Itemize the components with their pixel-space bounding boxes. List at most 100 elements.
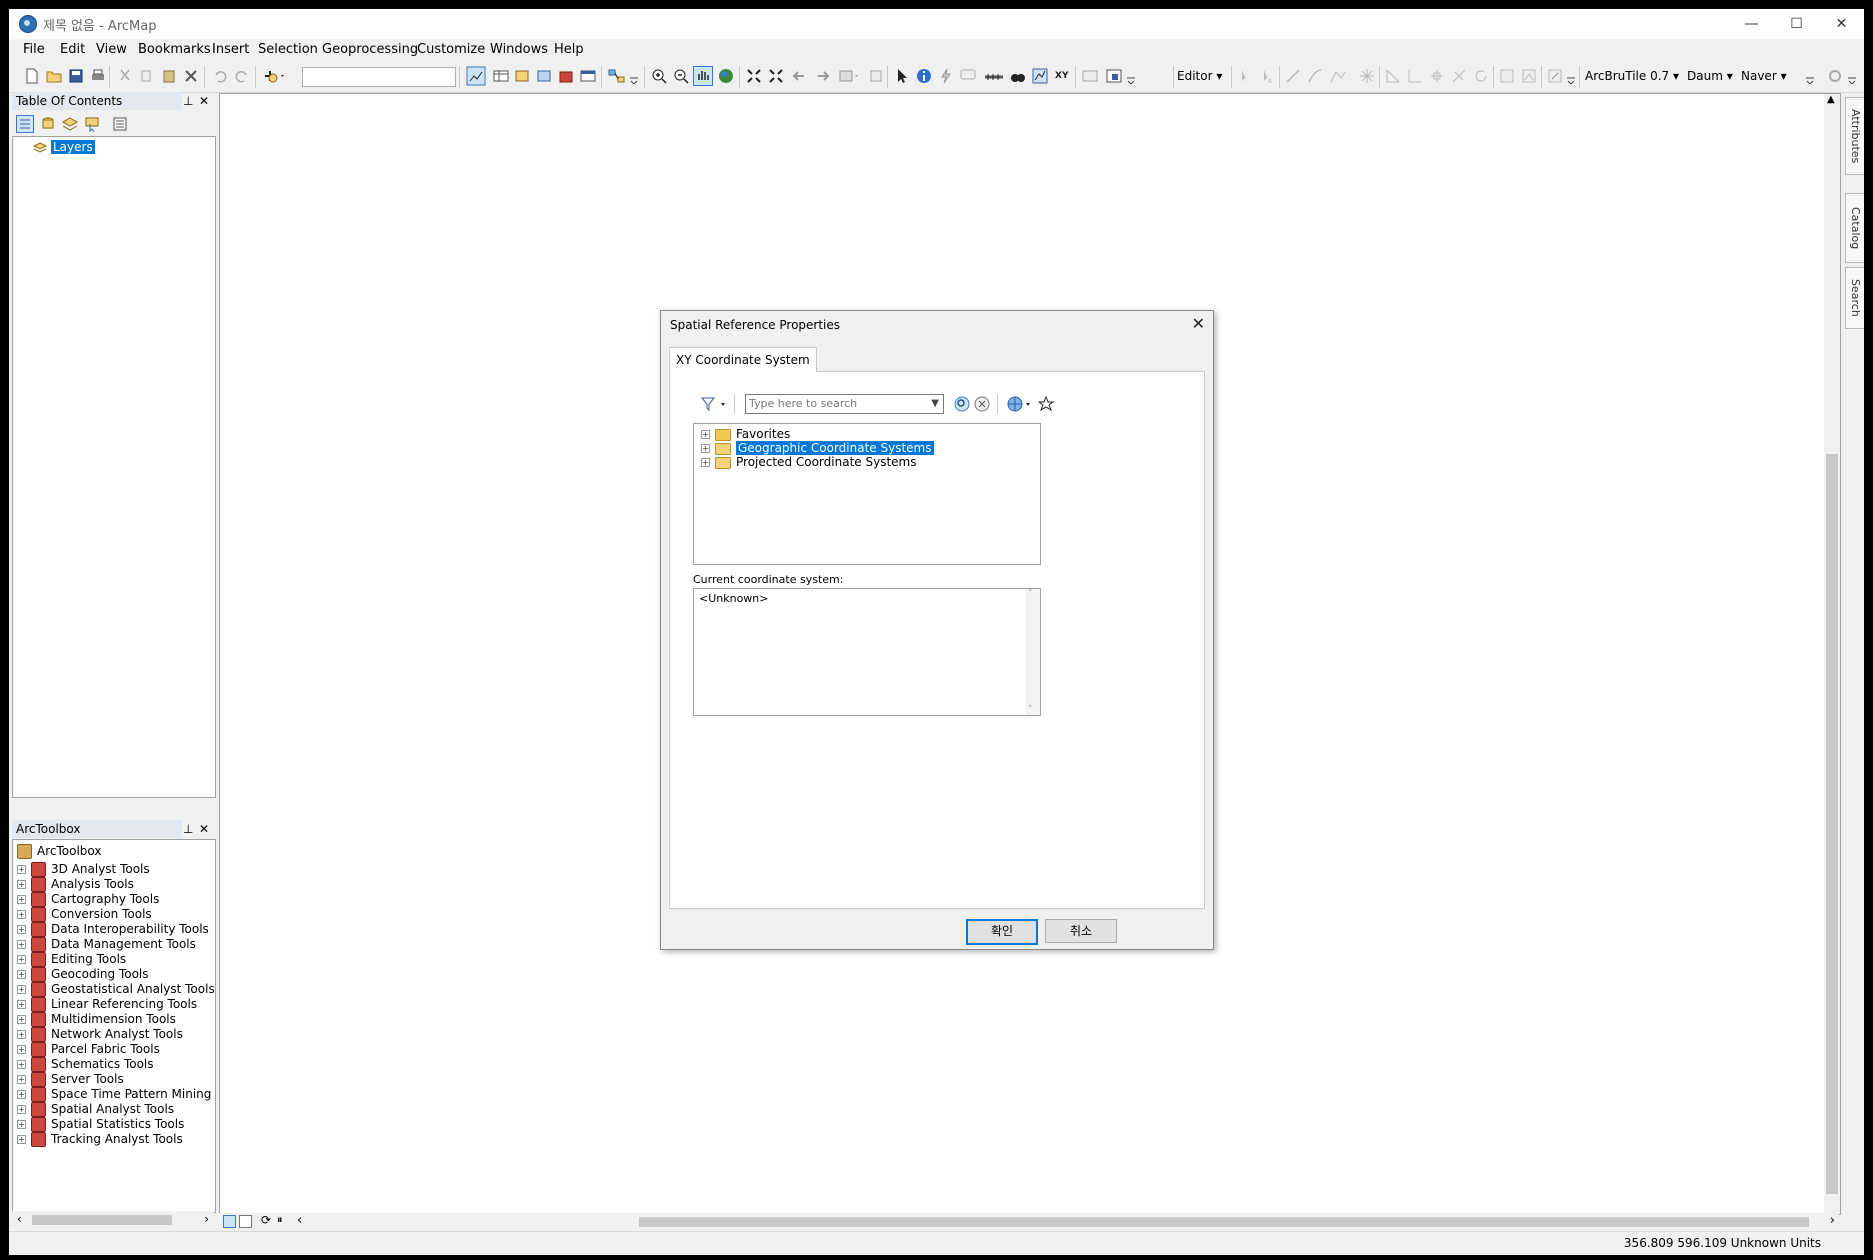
expand-icon[interactable]: + bbox=[17, 1090, 26, 1099]
menu-selection[interactable]: Selection bbox=[258, 42, 318, 57]
crs-tree-item-projected[interactable]: + Projected Coordinate Systems bbox=[701, 453, 916, 471]
model-builder-icon[interactable] bbox=[608, 68, 632, 84]
settings-icon[interactable] bbox=[1827, 68, 1843, 84]
expand-icon[interactable]: + bbox=[17, 1015, 26, 1024]
trace-icon[interactable] bbox=[1329, 68, 1351, 84]
pause-drawing-icon[interactable]: ⏸ bbox=[277, 1213, 283, 1227]
select-elements-icon[interactable] bbox=[894, 68, 910, 84]
create-features-icon[interactable] bbox=[1547, 68, 1563, 84]
arcbrutile-menu[interactable]: ArcBruTile 0.7 ▾ bbox=[1585, 69, 1679, 83]
edit-vertices-icon[interactable] bbox=[1385, 68, 1401, 84]
html-popup-icon[interactable] bbox=[960, 68, 976, 84]
close-window-button[interactable]: ✕ bbox=[1819, 9, 1864, 39]
edit-annotation-icon[interactable]: A bbox=[1259, 68, 1275, 84]
create-viewer-window-icon[interactable] bbox=[1106, 68, 1122, 84]
save-icon[interactable] bbox=[68, 68, 84, 84]
scroll-left-icon[interactable]: ‹ bbox=[17, 1212, 22, 1226]
delete-icon[interactable] bbox=[183, 68, 199, 84]
attributes-icon[interactable] bbox=[1499, 68, 1515, 84]
cut-icon[interactable] bbox=[117, 68, 133, 84]
toolbar-overflow-icon[interactable] bbox=[630, 76, 638, 84]
find-icon[interactable] bbox=[1010, 68, 1026, 84]
menu-windows[interactable]: Windows bbox=[490, 42, 548, 57]
expand-icon[interactable]: + bbox=[17, 955, 26, 964]
select-features-icon[interactable] bbox=[838, 68, 862, 84]
measure-icon[interactable] bbox=[984, 68, 1004, 84]
filter-icon[interactable] bbox=[700, 396, 730, 412]
add-data-icon[interactable] bbox=[263, 68, 287, 84]
toolbox-hscroll-thumb[interactable] bbox=[32, 1215, 172, 1225]
crs-search-input[interactable]: Type here to search ▼ bbox=[745, 394, 944, 414]
fixed-zoom-in-icon[interactable] bbox=[746, 68, 762, 84]
list-by-source-icon[interactable] bbox=[40, 116, 56, 132]
straight-segment-icon[interactable] bbox=[1285, 68, 1301, 84]
toc-close-icon[interactable]: ✕ bbox=[199, 92, 209, 110]
menu-geoprocessing[interactable]: Geoprocessing bbox=[322, 42, 418, 57]
map-vscrollbar[interactable]: ▲ bbox=[1824, 94, 1840, 1214]
expand-icon[interactable]: + bbox=[17, 1000, 26, 1009]
open-folder-icon[interactable] bbox=[46, 68, 62, 84]
menu-customize[interactable]: Customize bbox=[417, 42, 485, 57]
toc-options-icon[interactable] bbox=[112, 116, 128, 132]
toolbox-root[interactable]: ArcToolbox bbox=[17, 842, 101, 860]
expand-icon[interactable]: + bbox=[17, 925, 26, 934]
expand-icon[interactable]: + bbox=[17, 970, 26, 979]
chevron-down-icon[interactable]: ▼ bbox=[931, 395, 939, 413]
toolbar-overflow-icon[interactable] bbox=[1567, 76, 1575, 84]
go-to-xy-icon[interactable]: XY bbox=[1054, 68, 1070, 84]
toolbox-hscrollbar[interactable]: ‹ › bbox=[12, 1211, 214, 1229]
add-to-favorites-icon[interactable] bbox=[1038, 396, 1054, 412]
reshape-feature-icon[interactable] bbox=[1407, 68, 1423, 84]
list-by-selection-icon[interactable] bbox=[84, 116, 100, 132]
expand-icon[interactable]: + bbox=[17, 1045, 26, 1054]
add-coordinate-system-icon[interactable] bbox=[1007, 396, 1035, 412]
redo-icon[interactable] bbox=[234, 68, 250, 84]
go-forward-icon[interactable] bbox=[814, 68, 830, 84]
rotate-tool-icon[interactable] bbox=[1473, 68, 1489, 84]
zoom-out-icon[interactable] bbox=[673, 68, 689, 84]
new-document-icon[interactable] bbox=[24, 68, 40, 84]
expand-icon[interactable]: + bbox=[17, 940, 26, 949]
toolbar-overflow-icon[interactable] bbox=[1848, 76, 1856, 84]
paste-icon[interactable] bbox=[161, 68, 177, 84]
toc-pin-icon[interactable]: ⊥ bbox=[183, 92, 193, 110]
layout-view-icon[interactable] bbox=[239, 1215, 252, 1228]
identify-icon[interactable] bbox=[916, 68, 932, 84]
copy-icon[interactable] bbox=[139, 68, 155, 84]
tab-xy-coordinate-system[interactable]: XY Coordinate System bbox=[669, 347, 817, 372]
map-vscroll-thumb[interactable] bbox=[1826, 454, 1838, 1194]
map-scale-combo[interactable] bbox=[302, 67, 456, 87]
expand-icon[interactable]: + bbox=[17, 1075, 26, 1084]
search-icon[interactable] bbox=[954, 396, 970, 412]
catalog-dock-tab[interactable]: Catalog bbox=[1845, 193, 1864, 263]
scroll-left-icon[interactable]: ‹ bbox=[297, 1213, 302, 1228]
menu-insert[interactable]: Insert bbox=[212, 42, 249, 57]
expand-icon[interactable]: + bbox=[17, 1120, 26, 1129]
expand-icon[interactable]: + bbox=[701, 430, 710, 439]
menu-view[interactable]: View bbox=[96, 42, 127, 57]
edit-tool-icon[interactable] bbox=[1237, 68, 1253, 84]
time-slider-icon[interactable] bbox=[1082, 68, 1098, 84]
toolbar-overflow-icon[interactable] bbox=[1806, 76, 1814, 84]
full-extent-icon[interactable] bbox=[718, 68, 734, 84]
pan-icon[interactable] bbox=[693, 66, 713, 86]
editor-toolbar-icon[interactable] bbox=[466, 66, 486, 86]
expand-icon[interactable]: + bbox=[17, 1030, 26, 1039]
hyperlink-icon[interactable] bbox=[938, 68, 954, 84]
search-dock-tab[interactable]: Search bbox=[1845, 267, 1864, 329]
naver-menu[interactable]: Naver ▾ bbox=[1741, 69, 1787, 83]
go-back-icon[interactable] bbox=[792, 68, 808, 84]
print-icon[interactable] bbox=[90, 68, 106, 84]
python-window-icon[interactable] bbox=[580, 68, 596, 84]
expand-icon[interactable]: + bbox=[17, 880, 26, 889]
expand-icon[interactable]: + bbox=[17, 1135, 26, 1144]
data-view-icon[interactable] bbox=[223, 1215, 236, 1228]
scroll-down-icon[interactable]: ˅ bbox=[1028, 705, 1033, 715]
menu-help[interactable]: Help bbox=[554, 42, 584, 57]
refresh-icon[interactable]: ⟳ bbox=[261, 1213, 271, 1227]
maximize-button[interactable]: ☐ bbox=[1774, 9, 1819, 39]
expand-icon[interactable]: + bbox=[17, 865, 26, 874]
toolbox-item[interactable]: + Tracking Analyst Tools bbox=[17, 1130, 183, 1148]
scroll-right-icon[interactable]: › bbox=[204, 1212, 209, 1226]
search-window-icon[interactable] bbox=[536, 68, 552, 84]
